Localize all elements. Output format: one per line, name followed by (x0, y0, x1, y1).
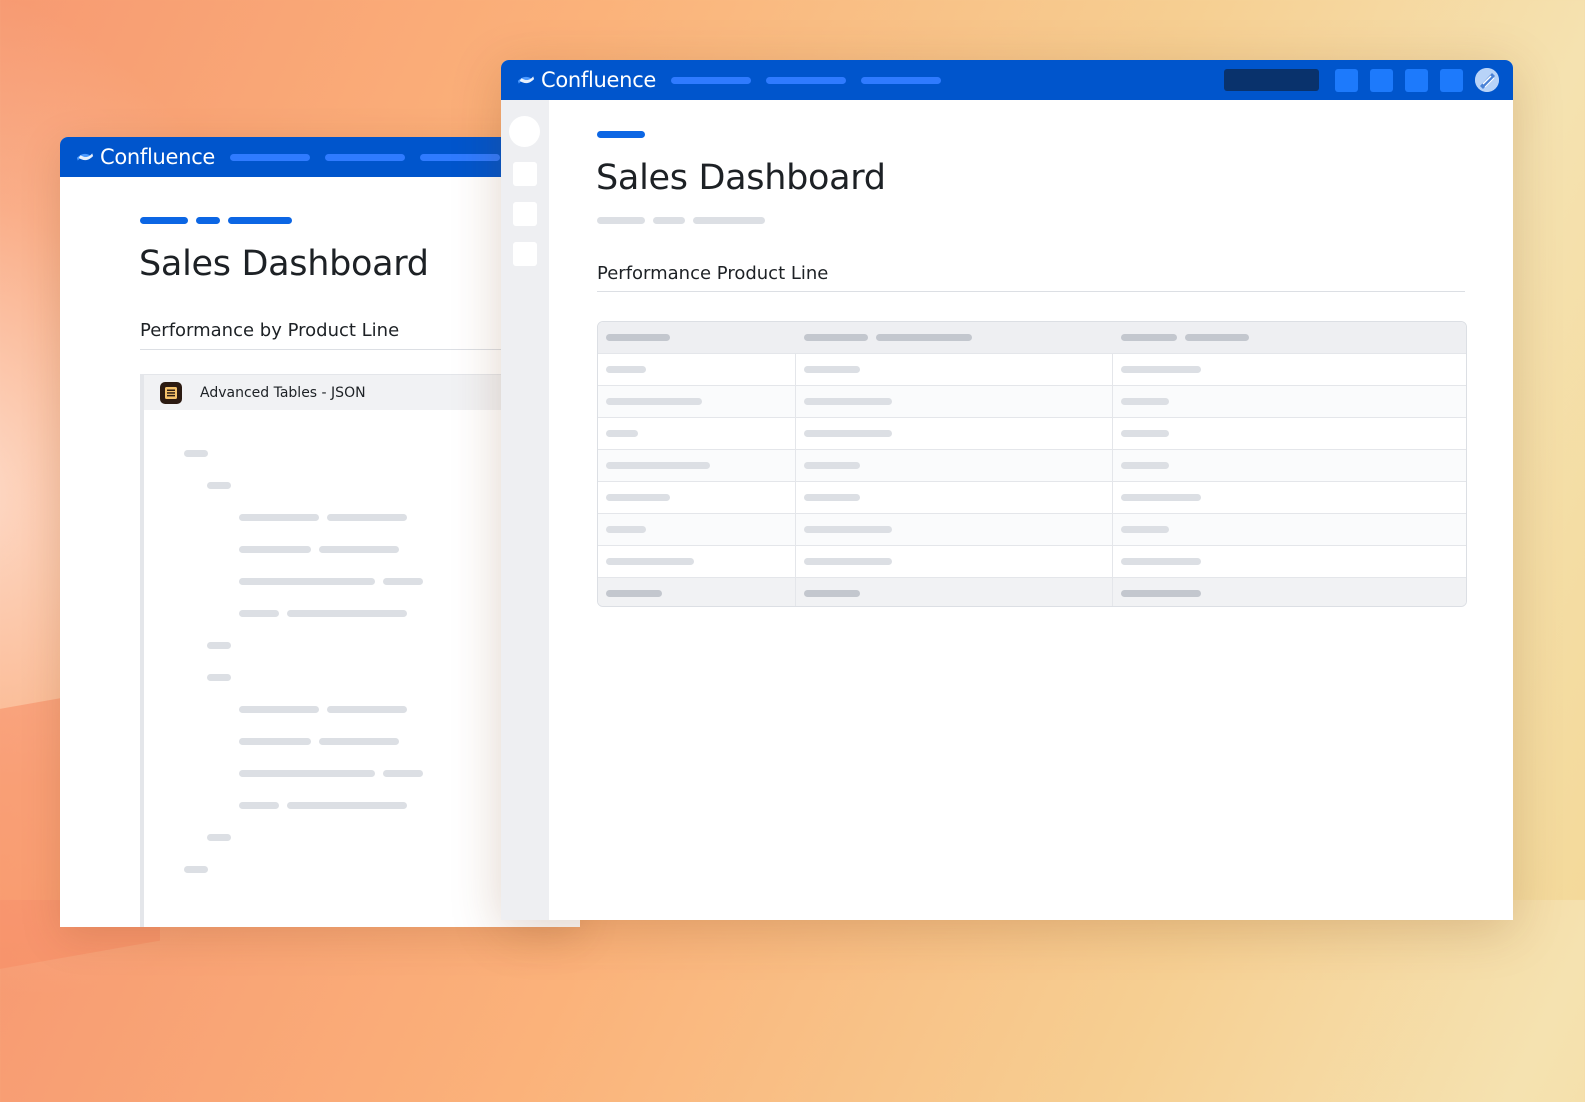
page-title: Sales Dashboard (596, 158, 886, 198)
app-name: Confluence (100, 145, 216, 169)
table-row (598, 546, 1466, 578)
json-line (207, 834, 231, 841)
page-metadata (597, 217, 765, 224)
json-line (239, 802, 407, 809)
breadcrumb-item[interactable] (597, 131, 645, 138)
json-line (239, 706, 407, 713)
json-line (239, 514, 407, 521)
breadcrumb (597, 131, 645, 138)
table-row (598, 386, 1466, 418)
breadcrumb-item[interactable] (228, 217, 292, 224)
table-row (598, 514, 1466, 546)
confluence-logo[interactable]: Confluence (76, 145, 215, 169)
json-line (207, 674, 231, 681)
nav-item-placeholder[interactable] (325, 153, 406, 161)
table-icon (160, 381, 182, 404)
app-name: Confluence (541, 68, 657, 92)
section-heading: Performance Product Line (597, 263, 829, 284)
avatar-icon (1475, 68, 1499, 92)
json-line (239, 578, 423, 585)
table-row (598, 450, 1466, 482)
header-tools (1224, 68, 1513, 92)
page-title: Sales Dashboard (139, 244, 429, 284)
top-navigation-bar: Confluence (501, 60, 1513, 100)
search-input[interactable] (1224, 69, 1319, 91)
help-icon[interactable] (1370, 68, 1393, 92)
front-confluence-window: Confluence Sales Dashboard Performance P… (501, 60, 1513, 920)
confluence-icon (517, 76, 535, 84)
json-line (239, 738, 399, 745)
breadcrumb-item[interactable] (196, 217, 220, 224)
json-line (184, 866, 208, 873)
sidebar-item[interactable] (513, 202, 537, 226)
table-row (598, 354, 1466, 386)
json-line (207, 482, 231, 489)
column-header[interactable] (796, 322, 1113, 353)
notifications-icon[interactable] (1335, 68, 1358, 92)
nav-item-placeholder[interactable] (861, 76, 942, 84)
column-header[interactable] (1113, 322, 1466, 353)
performance-table[interactable] (597, 321, 1467, 607)
breadcrumb-item[interactable] (140, 217, 188, 224)
macro-title: Advanced Tables - JSON (200, 384, 366, 401)
json-line (184, 450, 208, 457)
left-sidebar (501, 100, 549, 920)
column-header[interactable] (598, 322, 796, 353)
nav-item-placeholder[interactable] (671, 76, 752, 84)
settings-icon[interactable] (1405, 68, 1428, 92)
json-line (239, 610, 407, 617)
json-line (207, 642, 231, 649)
user-avatar[interactable] (1475, 68, 1499, 92)
json-line (239, 546, 399, 553)
table-header-row (598, 322, 1466, 354)
section-heading: Performance by Product Line (140, 320, 400, 341)
table-row (598, 418, 1466, 450)
table-footer-row (598, 578, 1466, 606)
confluence-logo[interactable]: Confluence (517, 68, 656, 92)
sidebar-item[interactable] (513, 242, 537, 266)
sidebar-item[interactable] (513, 162, 537, 186)
table-row (598, 482, 1466, 514)
json-line (239, 770, 423, 777)
apps-icon[interactable] (1440, 68, 1463, 92)
nav-item-placeholder[interactable] (420, 153, 501, 161)
nav-item-placeholder[interactable] (766, 76, 847, 84)
breadcrumb (140, 217, 292, 224)
confluence-icon (76, 153, 94, 161)
heading-divider (597, 291, 1465, 292)
nav-item-placeholder[interactable] (230, 153, 311, 161)
sidebar-avatar[interactable] (509, 116, 540, 147)
